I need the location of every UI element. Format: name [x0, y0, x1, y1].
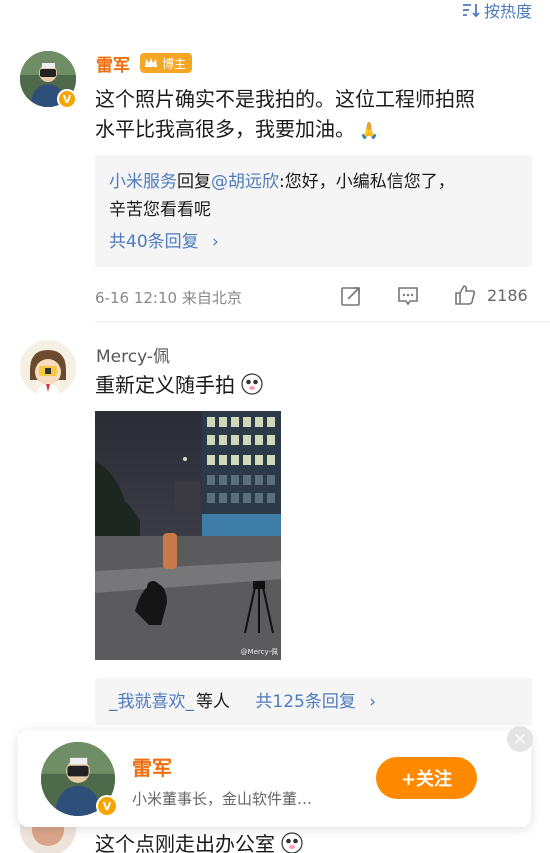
comment-date: 6-16 12:10 来自北京	[95, 287, 242, 308]
comment-time: 12:10	[133, 289, 178, 307]
chevron-right-icon: ›	[212, 232, 219, 252]
night-street-photo	[95, 411, 281, 660]
crown-icon	[145, 58, 157, 67]
comment-author[interactable]: 雷军	[96, 51, 130, 76]
mention-link[interactable]: @胡远欣	[211, 172, 279, 192]
follow-button[interactable]: +关注	[376, 757, 477, 799]
view-replies-link[interactable]: 共40条回复 ›	[109, 228, 518, 256]
comment-photo[interactable]: @Mercy-佩	[95, 411, 281, 660]
reply-comment-icon[interactable]	[396, 284, 420, 308]
comment-text-line: 这个照片确实不是我拍的。这位工程师拍照	[95, 87, 475, 111]
close-icon[interactable]: ×	[507, 726, 533, 752]
reply-text: :您好，小编私信您了，	[279, 172, 455, 192]
verified-badge-icon: V	[57, 89, 77, 109]
tag-label: 博主	[162, 56, 187, 71]
verified-badge-icon: V	[96, 795, 118, 817]
reply-author-link[interactable]: 小米服务	[109, 172, 177, 192]
like-count: 2186	[487, 286, 528, 305]
popup-name[interactable]: 雷军	[132, 752, 172, 781]
like-thumb-icon[interactable]	[453, 283, 477, 307]
view-replies-label: 共40条回复	[109, 232, 199, 252]
reply-author-link[interactable]: _我就喜欢_	[109, 692, 194, 712]
avatar-cartoon	[20, 340, 76, 396]
view-replies-link[interactable]: 共125条回复	[255, 692, 355, 712]
pray-emoji-icon: 🙏	[359, 121, 379, 140]
photo-watermark: @Mercy-佩	[240, 648, 278, 656]
comment-text-body: 这个点刚走出办公室	[95, 832, 275, 853]
follow-suggestion-card: × V 雷军 小米董事长，金山软件董… +关注	[18, 726, 533, 827]
reply-line: _我就喜欢_ 等人 共125条回复 ›	[109, 688, 518, 716]
comment-text: 重新定义随手拍	[95, 370, 263, 400]
reply-preview-box[interactable]: 小米服务回复@胡远欣:您好，小编私信您了， 辛苦您看看呢 共40条回复 ›	[95, 155, 532, 267]
avatar[interactable]	[20, 340, 76, 396]
chevron-right-icon: ›	[369, 692, 377, 712]
share-icon[interactable]	[339, 284, 363, 308]
comment-text-body: 重新定义随手拍	[95, 373, 235, 397]
popup-description: 小米董事长，金山软件董…	[132, 790, 313, 808]
reply-preview-box[interactable]: _我就喜欢_ 等人 共125条回复 ›	[95, 678, 532, 725]
comment-divider	[95, 321, 550, 322]
reply-line-2: 辛苦您看看呢	[109, 200, 211, 220]
comment-text-line-2: 水平比我高很多，我要加油。 🙏	[95, 114, 475, 146]
comment-date-text: 6-16	[95, 289, 130, 307]
doge-emoji-icon	[281, 832, 303, 853]
reply-suffix: 等人	[196, 692, 230, 712]
comment-item: V 雷军 博主 这个照片确实不是我拍的。这位工程师拍照 水平比我高很多，我要加油…	[0, 0, 550, 320]
doge-emoji-icon	[241, 373, 263, 395]
comment-author[interactable]: Mercy-佩	[96, 342, 170, 367]
comment-text: 这个点刚走出办公室	[95, 829, 303, 853]
reply-word: 回复	[177, 172, 211, 192]
comment-text: 这个照片确实不是我拍的。这位工程师拍照 水平比我高很多，我要加油。 🙏	[95, 84, 475, 146]
comment-text-line-2-text: 水平比我高很多，我要加油。	[95, 117, 355, 141]
comment-location: 来自北京	[181, 289, 242, 307]
blogger-tag-badge: 博主	[140, 53, 193, 73]
reply-line: 小米服务回复@胡远欣:您好，小编私信您了，	[109, 168, 518, 196]
